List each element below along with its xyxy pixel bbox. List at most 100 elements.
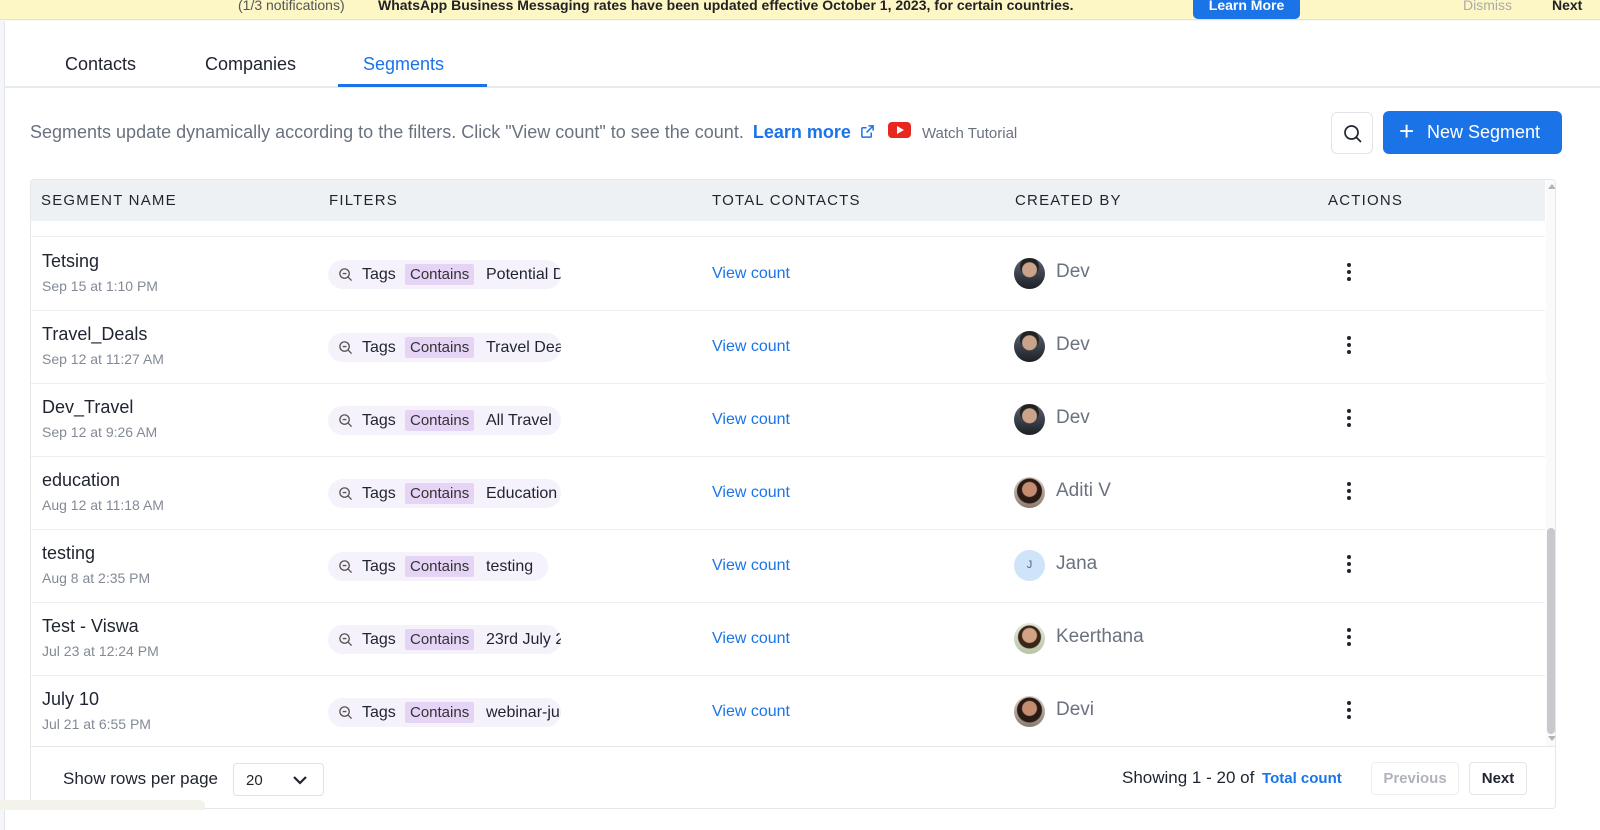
creator-name: Devi <box>1056 699 1095 720</box>
view-count-link[interactable]: View count <box>712 338 790 356</box>
view-count-link[interactable]: View count <box>712 703 790 721</box>
learn-more-link[interactable]: Learn more <box>753 122 851 142</box>
search-filter-icon <box>339 706 353 720</box>
creator-name: Dev <box>1056 261 1090 282</box>
view-count-link[interactable]: View count <box>712 411 790 429</box>
segments-panel: Contacts Companies Segments Segments upd… <box>4 21 1600 830</box>
filter-value: All Travel <box>486 412 552 429</box>
search-icon <box>1344 125 1362 143</box>
segment-name[interactable]: Travel_Deals <box>42 324 147 345</box>
filter-chip: Tags Contains Education <box>328 479 561 508</box>
table-row[interactable]: Travel_Deals Sep 12 at 11:27 AM Tags Con… <box>31 311 1545 384</box>
more-actions-icon[interactable] <box>1344 555 1354 577</box>
total-count-link[interactable]: Total count <box>1262 770 1342 787</box>
table-row[interactable]: Dev_Travel Sep 12 at 9:26 AM Tags Contai… <box>31 384 1545 457</box>
more-actions-icon[interactable] <box>1344 263 1354 285</box>
filter-operator: Contains <box>405 629 475 650</box>
segment-date: Jul 21 at 6:55 PM <box>42 716 151 732</box>
segment-date: Aug 8 at 2:35 PM <box>42 570 151 586</box>
header-actions: ACTIONS <box>1328 192 1404 209</box>
segment-name[interactable]: Tetsing <box>42 251 99 272</box>
filter-field: Tags <box>362 339 396 356</box>
view-count-link[interactable]: View count <box>712 557 790 575</box>
filter-value: Education <box>486 485 558 502</box>
scrollbar-thumb[interactable] <box>1547 528 1555 734</box>
table-row[interactable]: education Aug 12 at 11:18 AM Tags Contai… <box>31 457 1545 530</box>
search-filter-icon <box>339 487 353 501</box>
segment-name[interactable]: education <box>42 470 120 491</box>
filter-operator: Contains <box>405 264 475 285</box>
header-total-contacts: TOTAL CONTACTS <box>712 192 861 209</box>
filter-value: webinar-july <box>486 704 561 721</box>
filter-value: Travel Deals <box>486 339 561 356</box>
scroll-up-arrow-icon[interactable] <box>1548 184 1555 189</box>
segment-date: Jul 23 at 12:24 PM <box>42 643 159 659</box>
creator-name: Dev <box>1056 334 1090 355</box>
table-scrollbar[interactable] <box>1546 180 1555 746</box>
scroll-down-arrow-icon[interactable] <box>1548 736 1555 741</box>
notification-next-link[interactable]: Next <box>1552 0 1582 13</box>
filter-value: testing <box>486 558 534 575</box>
notification-count: (1/3 notifications) <box>238 0 345 13</box>
avatar <box>1014 404 1045 435</box>
notification-learn-more-button[interactable]: Learn More <box>1193 0 1300 19</box>
more-actions-icon[interactable] <box>1344 336 1354 358</box>
new-segment-button[interactable]: + New Segment <box>1383 111 1562 154</box>
header-filters: FILTERS <box>329 192 398 209</box>
segment-name[interactable]: testing <box>42 543 95 564</box>
rows-per-page-value: 20 <box>246 772 263 789</box>
filter-chip: Tags Contains testing <box>328 552 548 581</box>
filter-chip: Tags Contains webinar-july <box>328 698 561 727</box>
table-row[interactable]: Tetsing Sep 15 at 1:10 PM Tags Contains … <box>31 238 1545 311</box>
filter-value: Potential Deals <box>486 266 561 283</box>
filter-operator: Contains <box>405 556 475 577</box>
watch-tutorial-link[interactable]: Watch Tutorial <box>922 125 1017 142</box>
segment-name[interactable]: Dev_Travel <box>42 397 133 418</box>
info-text: Segments update dynamically according to… <box>30 122 744 142</box>
search-filter-icon <box>339 414 353 428</box>
segment-date: Sep 15 at 1:10 PM <box>42 278 158 294</box>
rows-per-page-label: Show rows per page <box>63 769 218 788</box>
more-actions-icon[interactable] <box>1344 701 1354 723</box>
more-actions-icon[interactable] <box>1344 409 1354 431</box>
creator-name: Jana <box>1056 553 1098 574</box>
filter-field: Tags <box>362 631 396 648</box>
filter-field: Tags <box>362 558 396 575</box>
table-header: SEGMENT NAME FILTERS TOTAL CONTACTS CREA… <box>31 180 1545 221</box>
segment-name[interactable]: July 10 <box>42 689 99 710</box>
next-button[interactable]: Next <box>1469 762 1527 795</box>
view-count-link[interactable]: View count <box>712 630 790 648</box>
plus-icon: + <box>1399 116 1415 146</box>
youtube-icon[interactable] <box>887 122 911 138</box>
segments-table: SEGMENT NAME FILTERS TOTAL CONTACTS CREA… <box>30 179 1556 809</box>
avatar <box>1014 258 1045 289</box>
filter-operator: Contains <box>405 483 475 504</box>
tab-contacts[interactable]: Contacts <box>65 54 136 75</box>
filter-chip: Tags Contains Potential Deals <box>328 260 561 289</box>
tab-companies[interactable]: Companies <box>205 54 296 75</box>
filter-value: 23rd July 2023 <box>486 631 561 648</box>
table-row[interactable]: testing Aug 8 at 2:35 PM Tags Contains t… <box>31 530 1545 603</box>
table-body: Tetsing Sep 15 at 1:10 PM Tags Contains … <box>31 221 1545 745</box>
table-row[interactable]: July 10 Jul 21 at 6:55 PM Tags Contains … <box>31 676 1545 745</box>
tab-segments[interactable]: Segments <box>363 54 444 75</box>
notification-bar: (1/3 notifications) WhatsApp Business Me… <box>0 0 1600 20</box>
filter-operator: Contains <box>405 702 475 723</box>
table-row[interactable]: Test - Viswa Jul 23 at 12:24 PM Tags Con… <box>31 603 1545 676</box>
more-actions-icon[interactable] <box>1344 482 1354 504</box>
avatar: J <box>1014 550 1045 581</box>
table-row-partial <box>31 221 1545 237</box>
more-actions-icon[interactable] <box>1344 628 1354 650</box>
search-button[interactable] <box>1331 112 1373 154</box>
view-count-link[interactable]: View count <box>712 484 790 502</box>
previous-button[interactable]: Previous <box>1371 762 1459 795</box>
creator-name: Keerthana <box>1056 626 1144 647</box>
view-count-link[interactable]: View count <box>712 265 790 283</box>
avatar <box>1014 696 1045 727</box>
rows-per-page-select[interactable]: 20 <box>233 763 324 796</box>
filter-operator: Contains <box>405 337 475 358</box>
notification-dismiss-link[interactable]: Dismiss <box>1463 0 1512 13</box>
external-link-icon[interactable] <box>860 124 875 139</box>
table-footer: Show rows per page 20 Showing 1 - 20 of … <box>31 746 1555 808</box>
segment-name[interactable]: Test - Viswa <box>42 616 139 637</box>
